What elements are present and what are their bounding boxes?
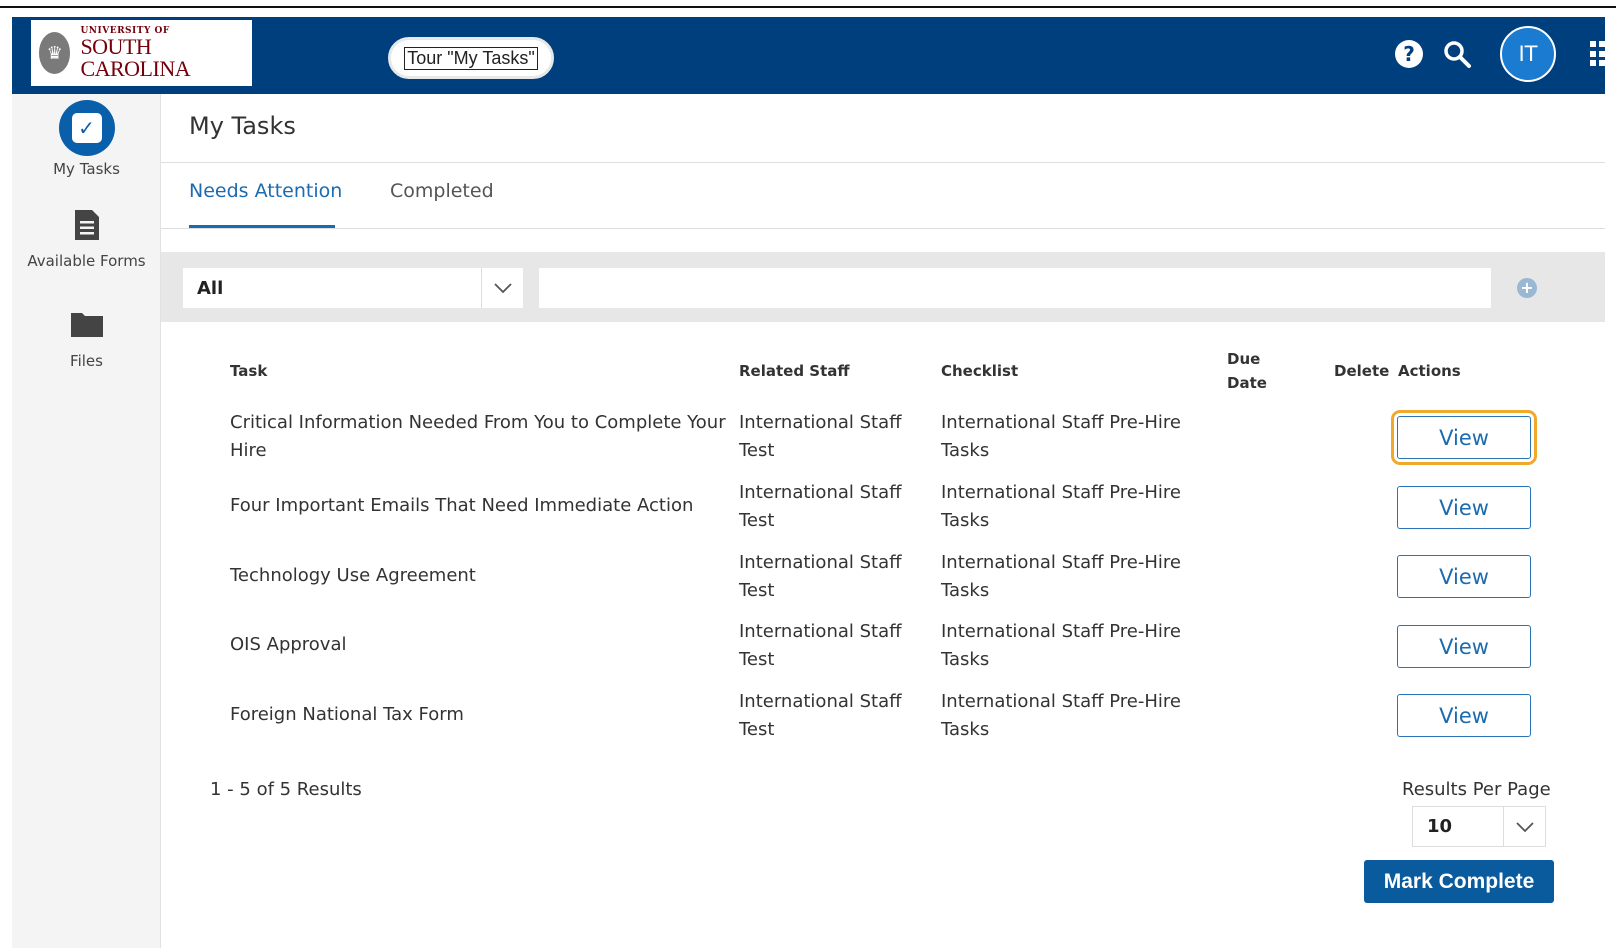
mark-complete-button[interactable]: Mark Complete xyxy=(1364,860,1554,903)
column-header-task: Task xyxy=(230,362,268,380)
table-row-checklist: International Staff Pre-Hire Tasks xyxy=(941,621,1181,670)
column-header-checklist: Checklist xyxy=(941,362,1019,380)
results-per-page-label: Results Per Page xyxy=(1402,779,1551,800)
sidebar-item-available-forms[interactable]: Available Forms xyxy=(12,208,161,270)
tab-completed[interactable]: Completed xyxy=(390,180,494,202)
logo-main-text: SOUTH CAROLINA xyxy=(80,33,191,81)
results-per-page-value: 10 xyxy=(1427,816,1453,837)
user-avatar[interactable]: IT xyxy=(1500,26,1556,82)
table-row-task: Technology Use Agreement xyxy=(230,565,476,586)
table-row-staff: International Staff Test xyxy=(739,482,902,531)
table-row-staff: International Staff Test xyxy=(739,691,902,740)
divider xyxy=(161,228,1605,229)
chevron-down-icon xyxy=(1503,807,1545,846)
view-button[interactable]: View xyxy=(1397,555,1531,598)
table-row-checklist: International Staff Pre-Hire Tasks xyxy=(941,412,1181,461)
sidebar-item-label: Files xyxy=(70,352,103,370)
chevron-down-icon xyxy=(481,268,523,308)
table-row-staff: International Staff Test xyxy=(739,621,902,670)
table-row-staff: International Staff Test xyxy=(739,412,902,461)
results-per-page-select[interactable]: 10 xyxy=(1412,806,1546,847)
table-row-task: Four Important Emails That Need Immediat… xyxy=(230,495,694,516)
table-row-task: OIS Approval xyxy=(230,634,347,655)
filter-bar: All + xyxy=(161,252,1605,322)
tour-button[interactable]: Tour "My Tasks" xyxy=(388,37,554,79)
view-button[interactable]: View xyxy=(1397,625,1531,668)
column-header-delete: Delete xyxy=(1334,362,1390,380)
tab-needs-attention[interactable]: Needs Attention xyxy=(189,180,342,202)
sidebar-item-label: Available Forms xyxy=(27,252,146,270)
sidebar-item-label: My Tasks xyxy=(53,160,120,178)
filter-select-value: All xyxy=(197,277,224,299)
university-logo[interactable]: ♛ UNIVERSITY OF SOUTH CAROLINA xyxy=(31,20,252,86)
view-button[interactable]: View xyxy=(1391,410,1537,465)
add-filter-icon[interactable]: + xyxy=(1505,268,1549,308)
table-row-checklist: International Staff Pre-Hire Tasks xyxy=(941,482,1181,531)
apps-grid-icon[interactable] xyxy=(1590,41,1605,67)
seal-icon: ♛ xyxy=(39,32,71,74)
filter-select[interactable]: All xyxy=(183,268,523,308)
help-icon[interactable]: ? xyxy=(1394,39,1424,69)
table-row-checklist: International Staff Pre-Hire Tasks xyxy=(941,552,1181,601)
divider xyxy=(161,162,1605,163)
results-count: 1 - 5 of 5 Results xyxy=(210,779,362,800)
sidebar-item-files[interactable]: Files xyxy=(12,310,161,370)
app-header: ♛ UNIVERSITY OF SOUTH CAROLINA Tour "My … xyxy=(12,17,1605,94)
tour-button-label: Tour "My Tasks" xyxy=(404,46,538,70)
sidebar: ✓ My Tasks Available Forms Files xyxy=(12,94,161,948)
table-row-checklist: International Staff Pre-Hire Tasks xyxy=(941,691,1181,740)
search-input[interactable] xyxy=(539,268,1491,308)
column-header-related-staff: Related Staff xyxy=(739,362,850,380)
table-row-staff: International Staff Test xyxy=(739,552,902,601)
checkbox-icon: ✓ xyxy=(71,113,102,143)
folder-icon xyxy=(70,313,103,337)
document-icon xyxy=(74,210,99,240)
table-row-task: Critical Information Needed From You to … xyxy=(230,412,726,461)
page-title: My Tasks xyxy=(189,112,296,140)
view-button[interactable]: View xyxy=(1397,486,1531,529)
view-button[interactable]: View xyxy=(1397,694,1531,737)
table-row-task: Foreign National Tax Form xyxy=(230,704,464,725)
column-header-due-date: Due Date xyxy=(1227,350,1267,392)
sidebar-item-my-tasks[interactable]: ✓ My Tasks xyxy=(12,100,161,178)
search-icon[interactable] xyxy=(1440,37,1474,71)
column-header-actions: Actions xyxy=(1398,362,1461,380)
top-border xyxy=(0,6,1616,8)
